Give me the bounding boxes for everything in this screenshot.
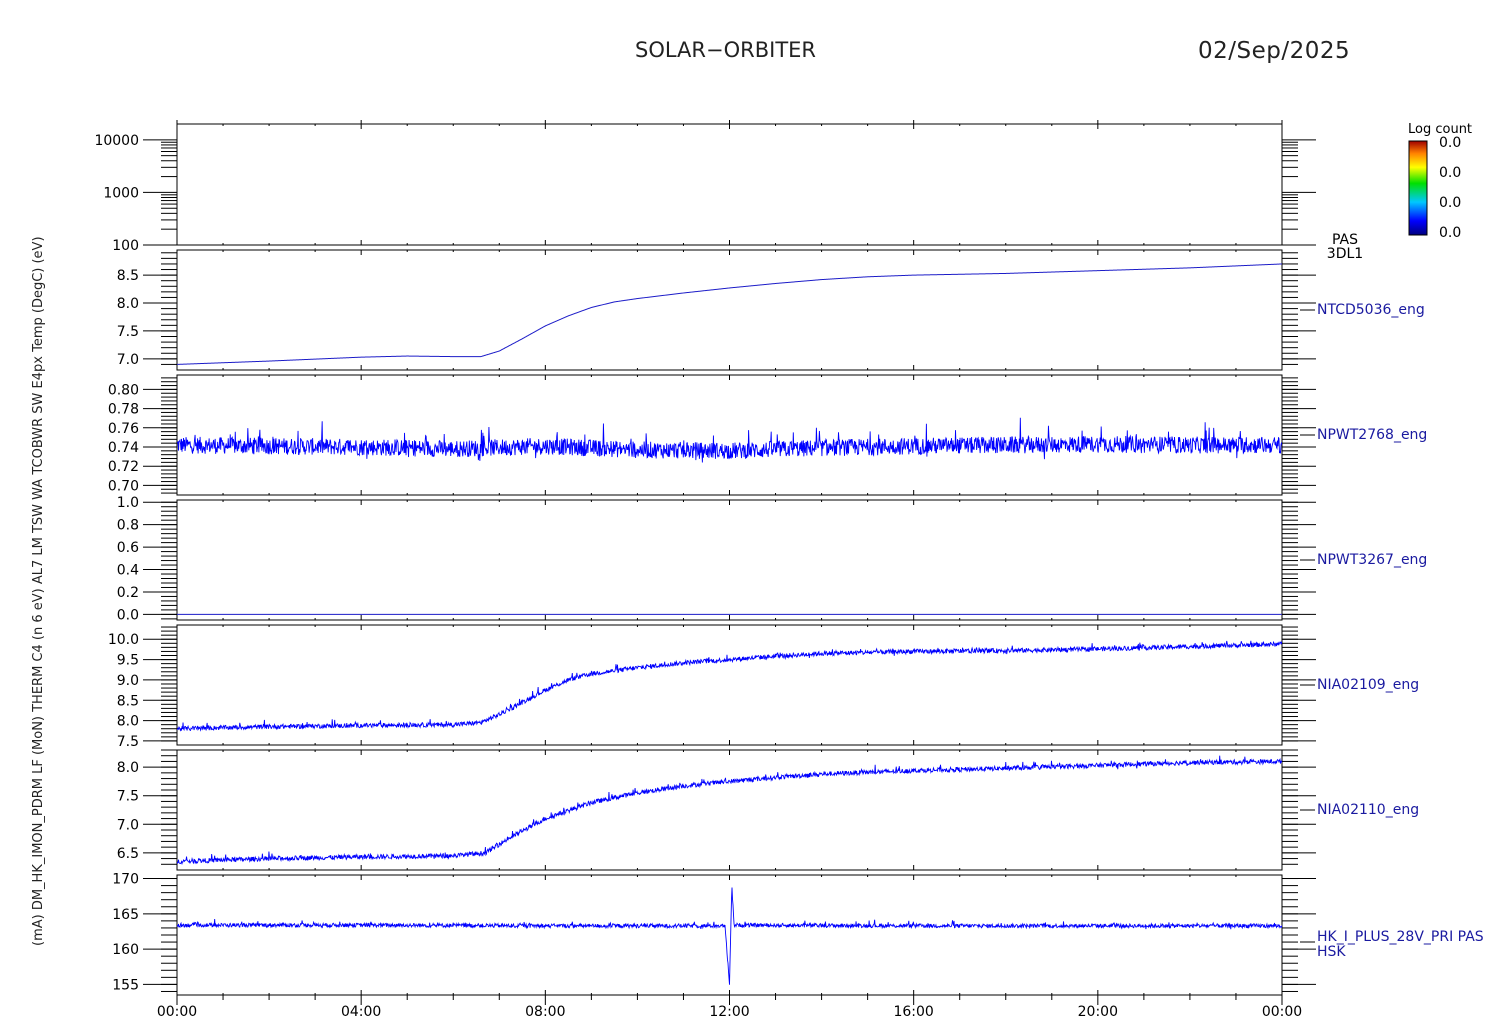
panel-npwt3267: 0.0 0.2 0.4 0.6 0.8 1.0 NPWT3267_eng <box>117 495 1428 623</box>
y-axis-overlapping-label: (mA) DM_HK_IMON_PDRM LF (MoN) THERM C4 (… <box>31 236 46 946</box>
colorbar-tick-label: 0.0 <box>1439 135 1461 151</box>
panel-frame <box>176 249 1283 371</box>
y-tick-label: 7.0 <box>117 352 139 368</box>
y-tick-label: 10.0 <box>108 632 139 648</box>
y-tick-label: 160 <box>112 942 139 958</box>
stacked-time-series-chart: 100100010000PAS3DL17.07.58.08.5NTCD5036_… <box>31 120 1484 1020</box>
panel-frame <box>176 374 1283 496</box>
x-tick-label: 00:00 <box>1262 1004 1302 1020</box>
panel-ntcd5036: 7.0 7.5 8.0 8.5 NTCD5036_eng <box>117 249 1425 371</box>
y-tick-label: 1000 <box>103 185 139 201</box>
y-tick-label: 7.5 <box>117 734 139 750</box>
panel-pas: 100100010000PAS3DL1 <box>94 123 1363 262</box>
colorbar-tick-label: 0.0 <box>1439 165 1461 181</box>
panel-nia02110: 6.5 7.0 7.5 8.0 NIA02110_eng <box>117 749 1419 871</box>
x-tick-label: 16:00 <box>893 1004 933 1020</box>
y-tick-label: 0.0 <box>117 607 139 623</box>
panel-right-label: NPWT3267_eng <box>1317 552 1427 568</box>
y-tick-label: 0.6 <box>117 540 139 556</box>
panel-hk_i_plus_28v: 155 160 165 170 HK_I_PLUS_28V_PRI PASHSK <box>112 872 1484 996</box>
y-tick-label: 0.76 <box>108 421 139 437</box>
panel-npwt2768: 0.70 0.72 0.74 0.76 0.78 0.80 NPWT2768_eng <box>108 374 1427 496</box>
y-tick-label: 8.0 <box>117 714 139 730</box>
y-tick-label: 7.0 <box>117 817 139 833</box>
colorbar-gradient <box>1408 140 1428 236</box>
y-tick-label: 0.72 <box>108 459 139 475</box>
y-tick-label: 155 <box>112 977 139 993</box>
y-tick-label: 7.5 <box>117 789 139 805</box>
series-line-npwt2768 <box>177 417 1282 463</box>
panel-right-label: NTCD5036_eng <box>1317 302 1425 318</box>
y-tick-label: 6.5 <box>117 846 139 862</box>
y-tick-label: 8.0 <box>117 296 139 312</box>
colorbar-tick-label: 0.0 <box>1439 195 1461 211</box>
series-line-hk_i_plus_28v <box>177 887 1282 985</box>
x-tick-label: 08:00 <box>525 1004 565 1020</box>
y-tick-label: 9.5 <box>117 653 139 669</box>
colorbar: Log count 0.0 0.0 0.0 0.0 <box>1408 122 1472 241</box>
y-tick-label: 9.0 <box>117 673 139 689</box>
panel-frame <box>176 499 1283 621</box>
y-tick-label: 0.8 <box>117 518 139 534</box>
panel-right-label: NIA02109_eng <box>1317 677 1419 693</box>
series-line-nia02109 <box>177 640 1282 732</box>
panel-frame <box>176 123 1283 246</box>
y-tick-label: 8.5 <box>117 693 139 709</box>
x-tick-label: 04:00 <box>341 1004 381 1020</box>
series-line-ntcd5036 <box>177 263 1282 365</box>
y-tick-label: 10000 <box>94 133 139 149</box>
y-tick-label: 8.5 <box>117 268 139 284</box>
y-tick-label: 170 <box>112 872 139 888</box>
y-tick-label: 165 <box>112 907 139 923</box>
y-tick-label: 1.0 <box>117 495 139 511</box>
panel-right-label: HK_I_PLUS_28V_PRI PAS <box>1317 929 1484 945</box>
panel-right-label: 3DL1 <box>1327 246 1363 262</box>
y-tick-label: 0.78 <box>108 402 139 418</box>
y-tick-label: 0.4 <box>117 563 139 579</box>
panel-right-label: NPWT2768_eng <box>1317 427 1427 443</box>
panel-nia02109: 7.5 8.0 8.5 9.0 9.5 10.0 NIA02109_eng <box>108 624 1419 750</box>
x-tick-label: 20:00 <box>1078 1004 1118 1020</box>
y-tick-label: 0.80 <box>108 382 139 398</box>
y-tick-label: 8.0 <box>117 760 139 776</box>
x-tick-label: 12:00 <box>709 1004 749 1020</box>
panel-right-label: HSK <box>1317 944 1346 960</box>
y-tick-label: 100 <box>112 238 139 254</box>
panel-frame <box>176 749 1283 871</box>
y-tick-label: 7.5 <box>117 324 139 340</box>
colorbar-tick-label: 0.0 <box>1439 225 1461 241</box>
panel-right-label: NIA02110_eng <box>1317 802 1419 818</box>
y-tick-label: 0.70 <box>108 478 139 494</box>
series-line-nia02110 <box>177 755 1282 866</box>
x-tick-label: 00:00 <box>157 1004 197 1020</box>
y-tick-label: 0.2 <box>117 585 139 601</box>
y-tick-label: 0.74 <box>108 440 139 456</box>
